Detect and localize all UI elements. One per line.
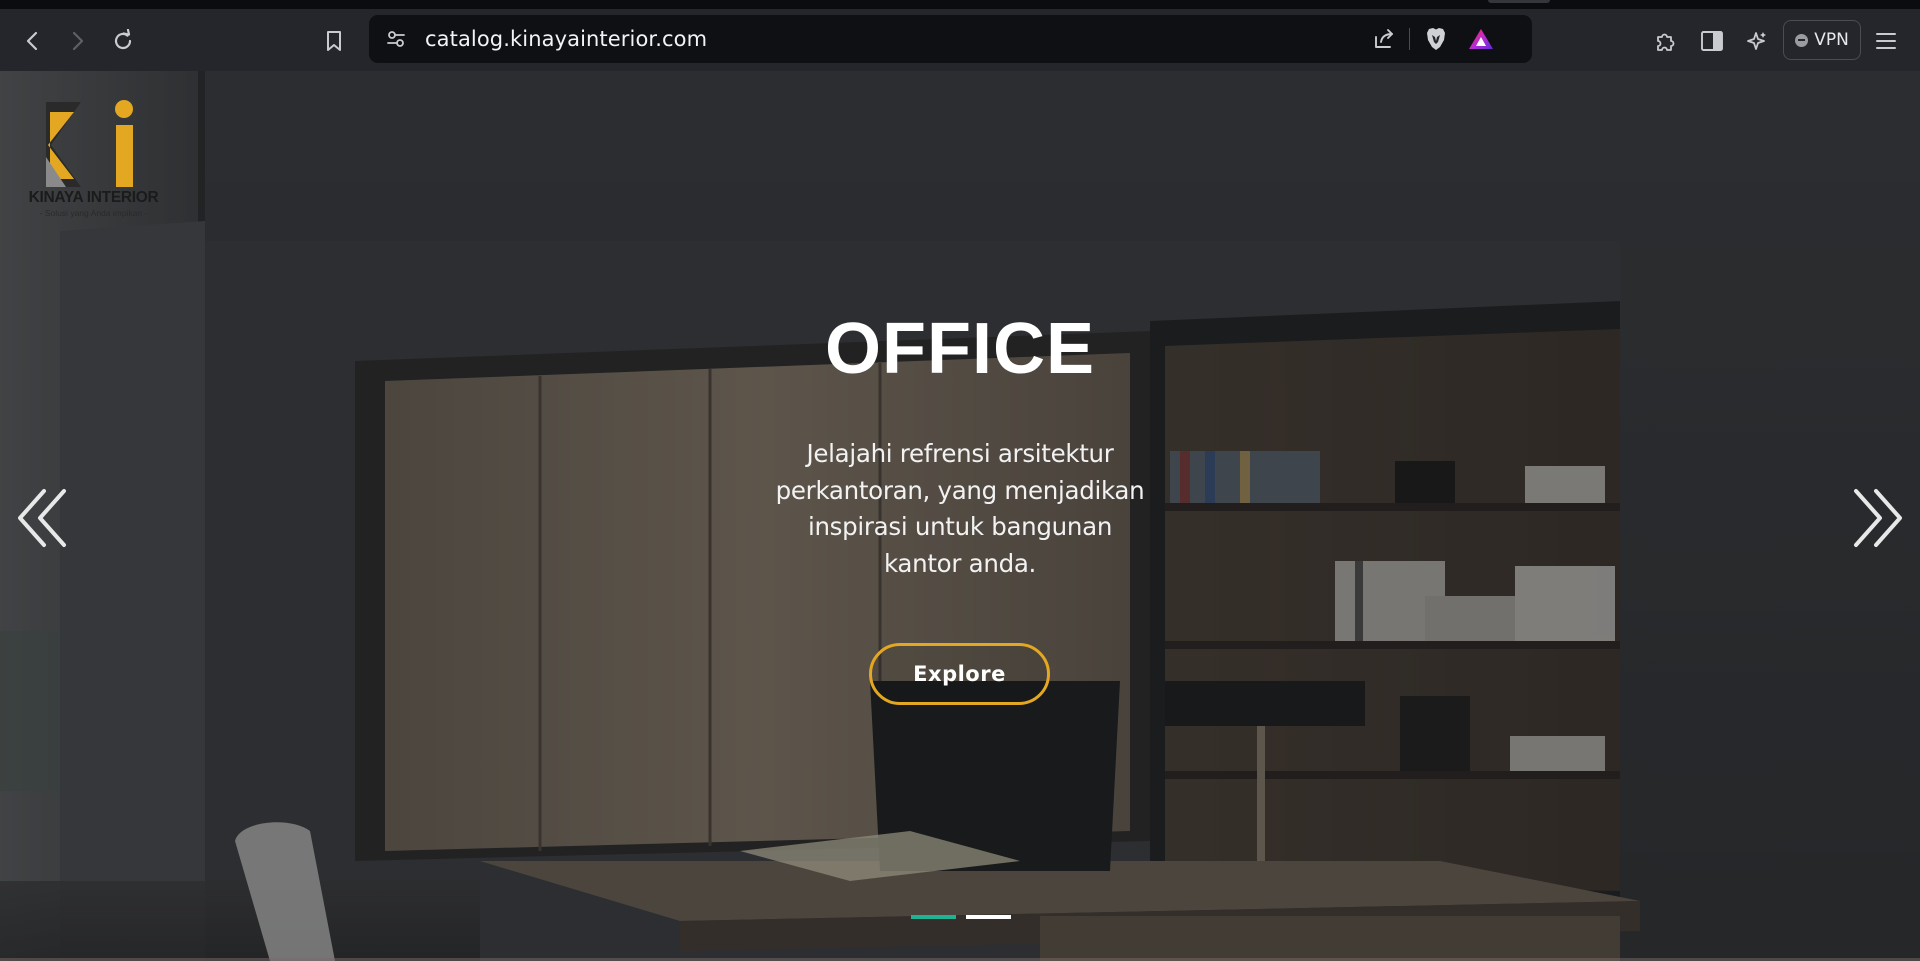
vpn-label: VPN [1814,30,1849,50]
hero-title: OFFICE [825,309,1095,389]
logo-mark-icon [46,100,133,187]
vpn-status-icon [1795,33,1809,47]
back-icon[interactable] [16,24,50,58]
share-icon[interactable] [1367,22,1401,56]
url-text[interactable]: catalog.kinayainterior.com [425,15,707,63]
divider [1409,28,1410,50]
brave-rewards-icon[interactable] [1464,22,1498,56]
kinaya-logo[interactable]: KINAYA INTERIOR - Solusi yang Anda impik… [26,97,161,219]
carousel-indicator-1[interactable] [911,915,956,919]
logo-tagline: - Solusi yang Anda impikan - [39,208,148,218]
logo-brand-name: KINAYA INTERIOR [28,189,159,206]
vpn-button[interactable]: VPN [1783,20,1861,60]
brave-shields-icon[interactable] [1419,22,1453,56]
hero-carousel: KINAYA INTERIOR - Solusi yang Anda impik… [0,71,1920,961]
tab-edge[interactable] [1488,0,1550,3]
double-chevron-left-icon [18,489,66,547]
tab-strip [0,0,1920,9]
sidebar-icon[interactable] [1695,24,1729,58]
extensions-icon[interactable] [1649,24,1683,58]
site-settings-icon[interactable] [379,22,413,56]
reload-icon[interactable] [106,24,140,58]
browser-toolbar: catalog.kinayainterior.com VPN [0,9,1920,71]
double-chevron-right-icon [1854,489,1902,547]
carousel-indicators [911,915,1011,919]
carousel-indicator-2[interactable] [966,915,1011,919]
hero-description: Jelajahi refrensi arsitektur perkantoran… [775,439,1145,578]
leo-ai-icon[interactable] [1740,24,1774,58]
carousel-next-button[interactable] [1846,483,1906,553]
bookmark-icon[interactable] [317,24,351,58]
forward-icon[interactable] [60,24,94,58]
explore-button[interactable]: Explore [869,643,1050,705]
address-bar[interactable]: catalog.kinayainterior.com [369,15,1532,63]
menu-icon[interactable] [1869,24,1903,58]
carousel-prev-button[interactable] [14,483,74,553]
